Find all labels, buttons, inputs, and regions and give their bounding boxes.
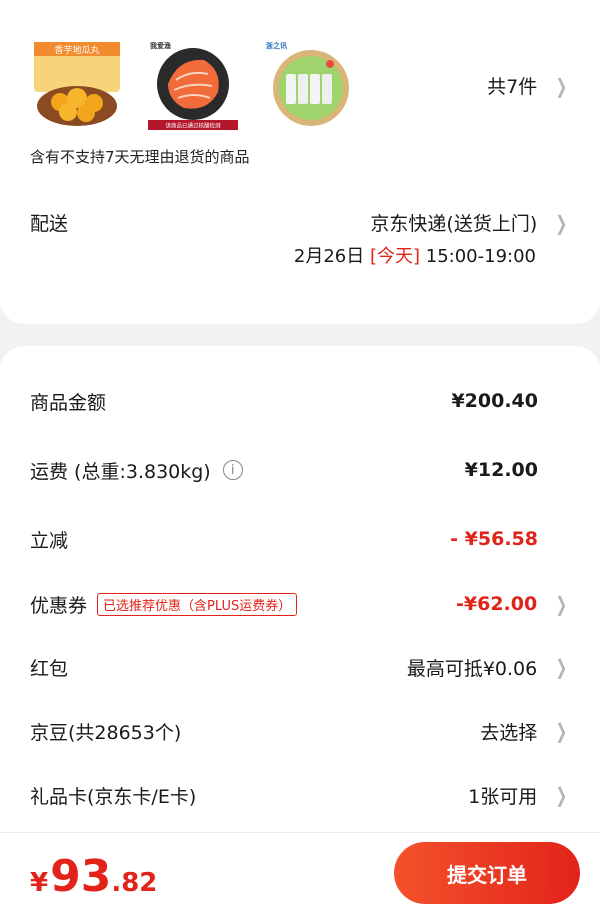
meatballs-brand: 香芋地瓜丸 <box>54 44 99 56</box>
delivery-date: 2月26日 <box>293 246 365 267</box>
submit-order-button[interactable]: 提交订单 <box>394 842 580 904</box>
delivery-time: 2月26日 [今天] 15:00-19:00 <box>294 242 536 268</box>
order-total: ¥ 93 .82 <box>30 851 157 902</box>
goods-amount-value: ¥200.40 <box>451 390 538 412</box>
red-packet-row[interactable]: 红包 最高可抵¥0.06 ❯ <box>30 647 570 687</box>
freight-value: ¥12.00 <box>464 459 538 481</box>
coupon-label: 优惠券 <box>30 594 88 617</box>
delivery-today-tag: [今天] <box>369 246 421 267</box>
product-thumb-salmon[interactable]: 我爱渔 该商品已通过核酸检测 <box>148 40 238 130</box>
salmon-image: 我爱渔 该商品已通过核酸检测 <box>148 41 238 130</box>
delivery-time-range: 15:00-19:00 <box>425 246 536 267</box>
coupon-row[interactable]: 优惠券 已选推荐优惠（含PLUS运费券） -¥62.00 ❯ <box>30 584 570 624</box>
jd-beans-value: 去选择 <box>480 721 538 744</box>
gift-card-row[interactable]: 礼品卡(京东卡/E卡) 1张可用 ❯ <box>30 775 570 815</box>
freight-row: 运费 (总重:3.830kg) i ¥12.00 <box>30 450 570 490</box>
chevron-right-icon: ❯ <box>555 783 568 807</box>
meatballs-image: 香芋地瓜丸 <box>34 42 120 126</box>
instant-discount-value: - ¥56.58 <box>450 528 538 550</box>
currency-symbol: ¥ <box>30 868 49 898</box>
salmon-brand: 我爱渔 <box>150 41 171 50</box>
instant-discount-label: 立减 <box>30 529 69 552</box>
product-thumb-meatballs[interactable]: 香芋地瓜丸 <box>32 40 122 130</box>
gift-card-label: 礼品卡(京东卡/E卡) <box>30 785 197 808</box>
coupon-selected-tag: 已选推荐优惠（含PLUS运费券） <box>97 592 298 616</box>
freight-label: 运费 (总重:3.830kg) <box>30 460 211 483</box>
goods-amount-label: 商品金额 <box>30 391 107 414</box>
info-icon[interactable]: i <box>222 460 243 480</box>
fish-fillet-image: 浙之讯 <box>266 41 349 126</box>
checkout-bar: ¥ 93 .82 提交订单 <box>0 832 600 914</box>
delivery-method: 京东快递(送货上门) <box>370 213 538 235</box>
chevron-right-icon: ❯ <box>555 73 568 98</box>
return-policy-notice: 含有不支持7天无理由退货的商品 <box>30 148 250 166</box>
item-count-link[interactable]: 共7件 ❯ <box>487 72 570 99</box>
goods-amount-row: 商品金额 ¥200.40 <box>30 381 570 421</box>
order-items-card: 香芋地瓜丸 我爱渔 该商品已通过核酸检测 浙之讯 共7件 ❯ 含有不支持7天无理… <box>0 0 600 324</box>
total-decimal: .82 <box>111 868 158 898</box>
instant-discount-row: 立减 - ¥56.58 <box>30 519 570 559</box>
delivery-selector[interactable]: 京东快递(送货上门) ❯ 2月26日 [今天] 15:00-19:00 <box>294 209 570 268</box>
coupon-value: -¥62.00 <box>456 593 538 615</box>
chevron-right-icon: ❯ <box>555 655 568 679</box>
red-packet-label: 红包 <box>30 657 69 680</box>
product-thumb-fish-fillet[interactable]: 浙之讯 <box>264 40 354 130</box>
fillet-brand: 浙之讯 <box>266 41 287 50</box>
delivery-label: 配送 <box>30 213 69 235</box>
item-count-label: 共7件 <box>487 76 538 98</box>
red-packet-value: 最高可抵¥0.06 <box>406 657 538 680</box>
chevron-right-icon: ❯ <box>555 719 568 743</box>
jd-beans-row[interactable]: 京豆(共28653个) 去选择 ❯ <box>30 711 570 751</box>
total-integer: 93 <box>50 851 112 902</box>
jd-beans-label: 京豆(共28653个) <box>30 721 182 744</box>
chevron-right-icon: ❯ <box>555 210 568 235</box>
chevron-right-icon: ❯ <box>555 592 568 616</box>
salmon-caption: 该商品已通过核酸检测 <box>165 122 221 130</box>
gift-card-value: 1张可用 <box>468 785 538 808</box>
